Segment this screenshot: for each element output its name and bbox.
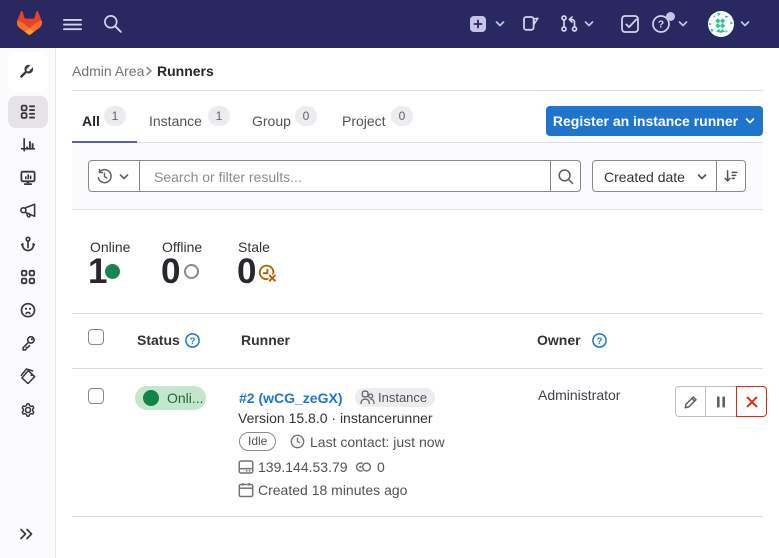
svg-text:?: ?	[658, 19, 664, 31]
svg-text:?: ?	[597, 336, 603, 347]
svg-text:?: ?	[190, 336, 196, 347]
